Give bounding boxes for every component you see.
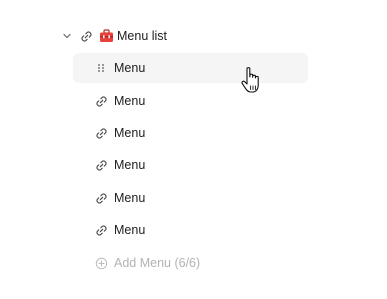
menu-item-2[interactable]: Menu <box>73 86 308 116</box>
menu-item-label: Menu <box>114 223 146 237</box>
menu-item-label: Menu <box>114 126 146 140</box>
link-icon <box>93 125 109 141</box>
menu-tree: Menu list Menu Menu Menu Menu Menu Menu … <box>0 0 387 299</box>
menu-list-label: Menu list <box>117 29 168 43</box>
menu-item-1[interactable]: Menu <box>73 53 308 83</box>
pointer-hand-cursor-icon <box>240 66 264 96</box>
link-icon <box>93 93 109 109</box>
menu-item-4[interactable]: Menu <box>73 150 308 180</box>
menu-list-node[interactable]: Menu list <box>60 25 167 47</box>
menu-item-label: Menu <box>114 191 146 205</box>
menu-item-6[interactable]: Menu <box>73 215 308 245</box>
toolbox-icon <box>98 28 114 44</box>
link-icon <box>93 222 109 238</box>
add-menu-label: Add Menu (6/6) <box>114 256 201 270</box>
add-menu-button[interactable]: Add Menu (6/6) <box>93 254 200 272</box>
link-icon <box>93 190 109 206</box>
chevron-down-icon[interactable] <box>60 29 74 43</box>
menu-item-label: Menu <box>114 158 146 172</box>
link-icon <box>78 28 94 44</box>
drag-handle-icon[interactable] <box>93 60 109 76</box>
menu-item-3[interactable]: Menu <box>73 118 308 148</box>
link-icon <box>93 157 109 173</box>
menu-item-label: Menu <box>114 61 146 75</box>
menu-item-label: Menu <box>114 94 146 108</box>
plus-circle-icon <box>93 255 109 271</box>
menu-item-5[interactable]: Menu <box>73 183 308 213</box>
